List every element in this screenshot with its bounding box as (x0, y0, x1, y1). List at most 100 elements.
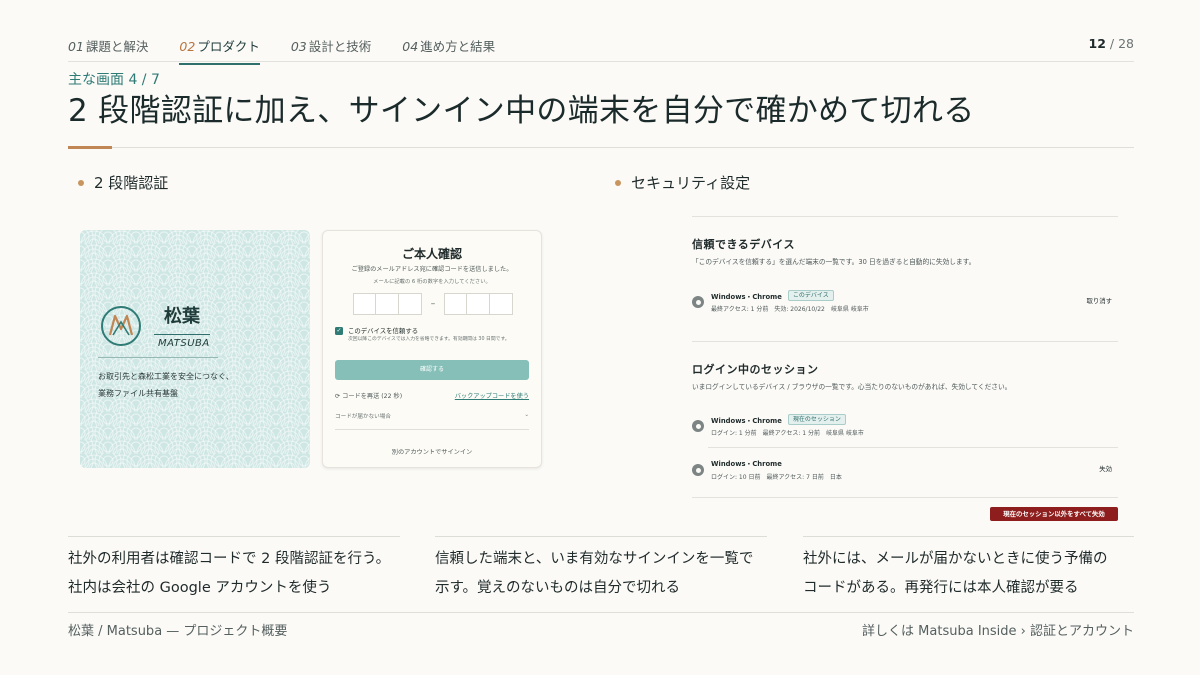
page-separator: / (1109, 36, 1115, 51)
settings-divider (692, 497, 1118, 498)
trust-device-note: 次回以降このデバイスでは入力を省略できます。有効期間は 30 日間です。 (348, 337, 510, 342)
footer-project-label: 松葉 / Matsuba — プロジェクト概要 (68, 624, 288, 639)
bullet-dot (78, 179, 84, 186)
nav-label: 設計と技術 (308, 39, 372, 54)
nav-item-product[interactable]: 02 プロダクト (179, 36, 261, 65)
session-meta: ログイン: 10 日前 最終アクセス: 7 日前 日本 (711, 474, 842, 481)
revoke-session-button[interactable]: 失効 (1099, 464, 1112, 473)
device-meta: 最終アクセス: 1 分前 失効: 2026/10/22 岐阜県 岐阜市 (711, 306, 869, 313)
summary-line: 社外には、メールが届かないときに使う予備の (803, 551, 1108, 567)
column-divider (68, 536, 400, 537)
chrome-icon (692, 420, 704, 432)
backup-code-link[interactable]: バックアップコードを使う (455, 391, 529, 400)
summary-column-2: 信頼した端末と、いま有効なサインインを一覧で 示す。覚えのないものは自分で切れる (435, 545, 770, 603)
brand-kanji: 松葉 (164, 306, 200, 327)
chevron-down-icon: ⌄ (524, 412, 529, 418)
revoke-all-sessions-button[interactable]: 現在のセッション以外をすべて失効 (990, 507, 1118, 521)
no-code-expander[interactable]: コードが届かない場合 ⌄ (335, 412, 529, 430)
revoke-device-button[interactable]: 取り消す (1086, 296, 1112, 305)
nav-label: 進め方と結果 (420, 39, 496, 54)
tagline-line: 業務ファイル共有基盤 (98, 389, 178, 398)
trust-device-label: このデバイスを信頼する (348, 327, 419, 335)
trusted-device-row: Windows・Chrome このデバイス 最終アクセス: 1 分前 失効: 20… (692, 290, 1118, 320)
session-device-name: Windows・Chrome (711, 416, 782, 425)
sessions-description: いまログインしているデバイス / ブラウザの一覧です。心当たりのないものがあれば… (692, 383, 1012, 391)
nav-number: 03 (290, 39, 307, 54)
session-divider (708, 447, 1118, 448)
session-device-name: Windows・Chrome (711, 460, 782, 468)
session-meta: ログイン: 1 分前 最終アクセス: 1 分前 岐阜県 岐阜市 (711, 430, 864, 437)
tagline-divider (98, 357, 218, 358)
chrome-icon (692, 464, 704, 476)
settings-divider (692, 341, 1118, 342)
summary-line: コードがある。再発行には本人確認が要る (803, 580, 1079, 596)
trusted-devices-description: 「このデバイスを信頼する」を選んだ端末の一覧です。30 日を過ぎると自動的に失効… (692, 258, 976, 266)
confirm-button[interactable]: 確認する (335, 360, 529, 380)
nav-label: プロダクト (197, 39, 260, 54)
current-session-badge: 現在のセッション (787, 414, 846, 425)
no-code-label: コードが届かない場合 (335, 414, 391, 420)
summary-column-1: 社外の利用者は確認コードで 2 段階認証を行う。 社内は会社の Google ア… (68, 545, 403, 603)
section-label-text: セキュリティ設定 (631, 174, 751, 192)
column-divider (803, 536, 1134, 537)
page-counter: 12 / 28 (1089, 36, 1135, 51)
matsuba-logo-icon (101, 305, 141, 346)
code-input-group: – (353, 293, 513, 315)
summary-column-3: 社外には、メールが届かないときに使う予備の コードがある。再発行には本人確認が要… (803, 545, 1138, 603)
card-title: ご本人確認 (401, 247, 462, 261)
nav-number: 01 (68, 39, 84, 54)
summary-line: 信頼した端末と、いま有効なサインインを一覧で (435, 551, 754, 567)
sessions-heading: ログイン中のセッション (692, 363, 819, 376)
summary-line: 示す。覚えのないものは自分で切れる (435, 580, 681, 596)
title-accent-bar (68, 146, 112, 149)
settings-divider (692, 216, 1118, 217)
code-digit-input[interactable] (467, 293, 490, 315)
footer-divider (68, 612, 1134, 613)
brand-roman: MATSUBA (154, 334, 210, 349)
tagline-line: お取引先と森松工業を安全につなぐ、 (98, 372, 234, 381)
column-divider (435, 536, 767, 537)
section-label-text: 2 段階認証 (94, 174, 169, 192)
bullet-dot (615, 179, 621, 186)
page-current: 12 (1088, 36, 1106, 51)
chrome-icon (692, 296, 704, 308)
trusted-devices-heading: 信頼できるデバイス (692, 238, 795, 251)
code-digit-input[interactable] (376, 293, 399, 315)
code-digit-input[interactable] (399, 293, 422, 315)
section-nav: 01 課題と解決 02 プロダクト 03 設計と技術 04 進め方と結果 (68, 36, 526, 65)
code-digit-input[interactable] (353, 293, 376, 315)
card-hint: メールに記載の 6 桁の数字を入力してください。 (373, 279, 491, 285)
slide-title: 2 段階認証に加え、サインイン中の端末を自分で確かめて切れる (68, 93, 975, 129)
footer-reference-link[interactable]: 詳しくは Matsuba Inside › 認証とアカウント (862, 620, 1134, 639)
code-separator: – (430, 299, 436, 309)
nav-divider (68, 61, 1134, 62)
nav-number: 02 (179, 39, 196, 54)
code-digit-input[interactable] (490, 293, 513, 315)
brand-pattern-panel (80, 230, 310, 468)
other-account-link[interactable]: 別のアカウントでサインイン (323, 447, 541, 456)
brand-tagline: お取引先と森松工業を安全につなぐ、 業務ファイル共有基盤 (98, 368, 278, 402)
checkbox-checked-icon[interactable]: ✓ (335, 327, 343, 335)
seigaiha-pattern (80, 230, 310, 468)
section-label-2fa: 2 段階認証 (78, 172, 168, 193)
section-label-security: セキュリティ設定 (615, 172, 750, 193)
resend-code-button[interactable]: ⟳ コードを再送 (22 秒) (335, 391, 402, 400)
brand-lockup: 松葉 MATSUBA (100, 302, 210, 349)
verification-card: ご本人確認 ご登録のメールアドレス宛に確認コードを送信しました。 メールに記載の… (322, 230, 542, 468)
session-row: Windows・Chrome ログイン: 10 日前 最終アクセス: 7 日前 … (692, 458, 1118, 488)
page-total: 28 (1118, 36, 1134, 51)
nav-label: 課題と解決 (85, 39, 149, 54)
session-row-current: Windows・Chrome 現在のセッション ログイン: 1 分前 最終アクセス… (692, 414, 1118, 444)
summary-line: 社外の利用者は確認コードで 2 段階認証を行う。 (68, 551, 391, 567)
trust-device-option[interactable]: ✓ このデバイスを信頼する 次回以降このデバイスでは入力を省略できます。有効期間… (335, 326, 528, 343)
nav-number: 04 (402, 39, 419, 54)
resend-label: コードを再送 (22 秒) (342, 393, 403, 400)
nav-item-design[interactable]: 03 設計と技術 (291, 36, 371, 64)
nav-item-problem[interactable]: 01 課題と解決 (68, 36, 148, 64)
this-device-badge: このデバイス (787, 290, 834, 301)
title-divider (68, 147, 1134, 148)
device-name: Windows・Chrome (711, 292, 782, 301)
code-digit-input[interactable] (444, 293, 467, 315)
nav-item-process[interactable]: 04 進め方と結果 (402, 36, 495, 64)
summary-line: 社内は会社の Google アカウントを使う (68, 580, 332, 596)
